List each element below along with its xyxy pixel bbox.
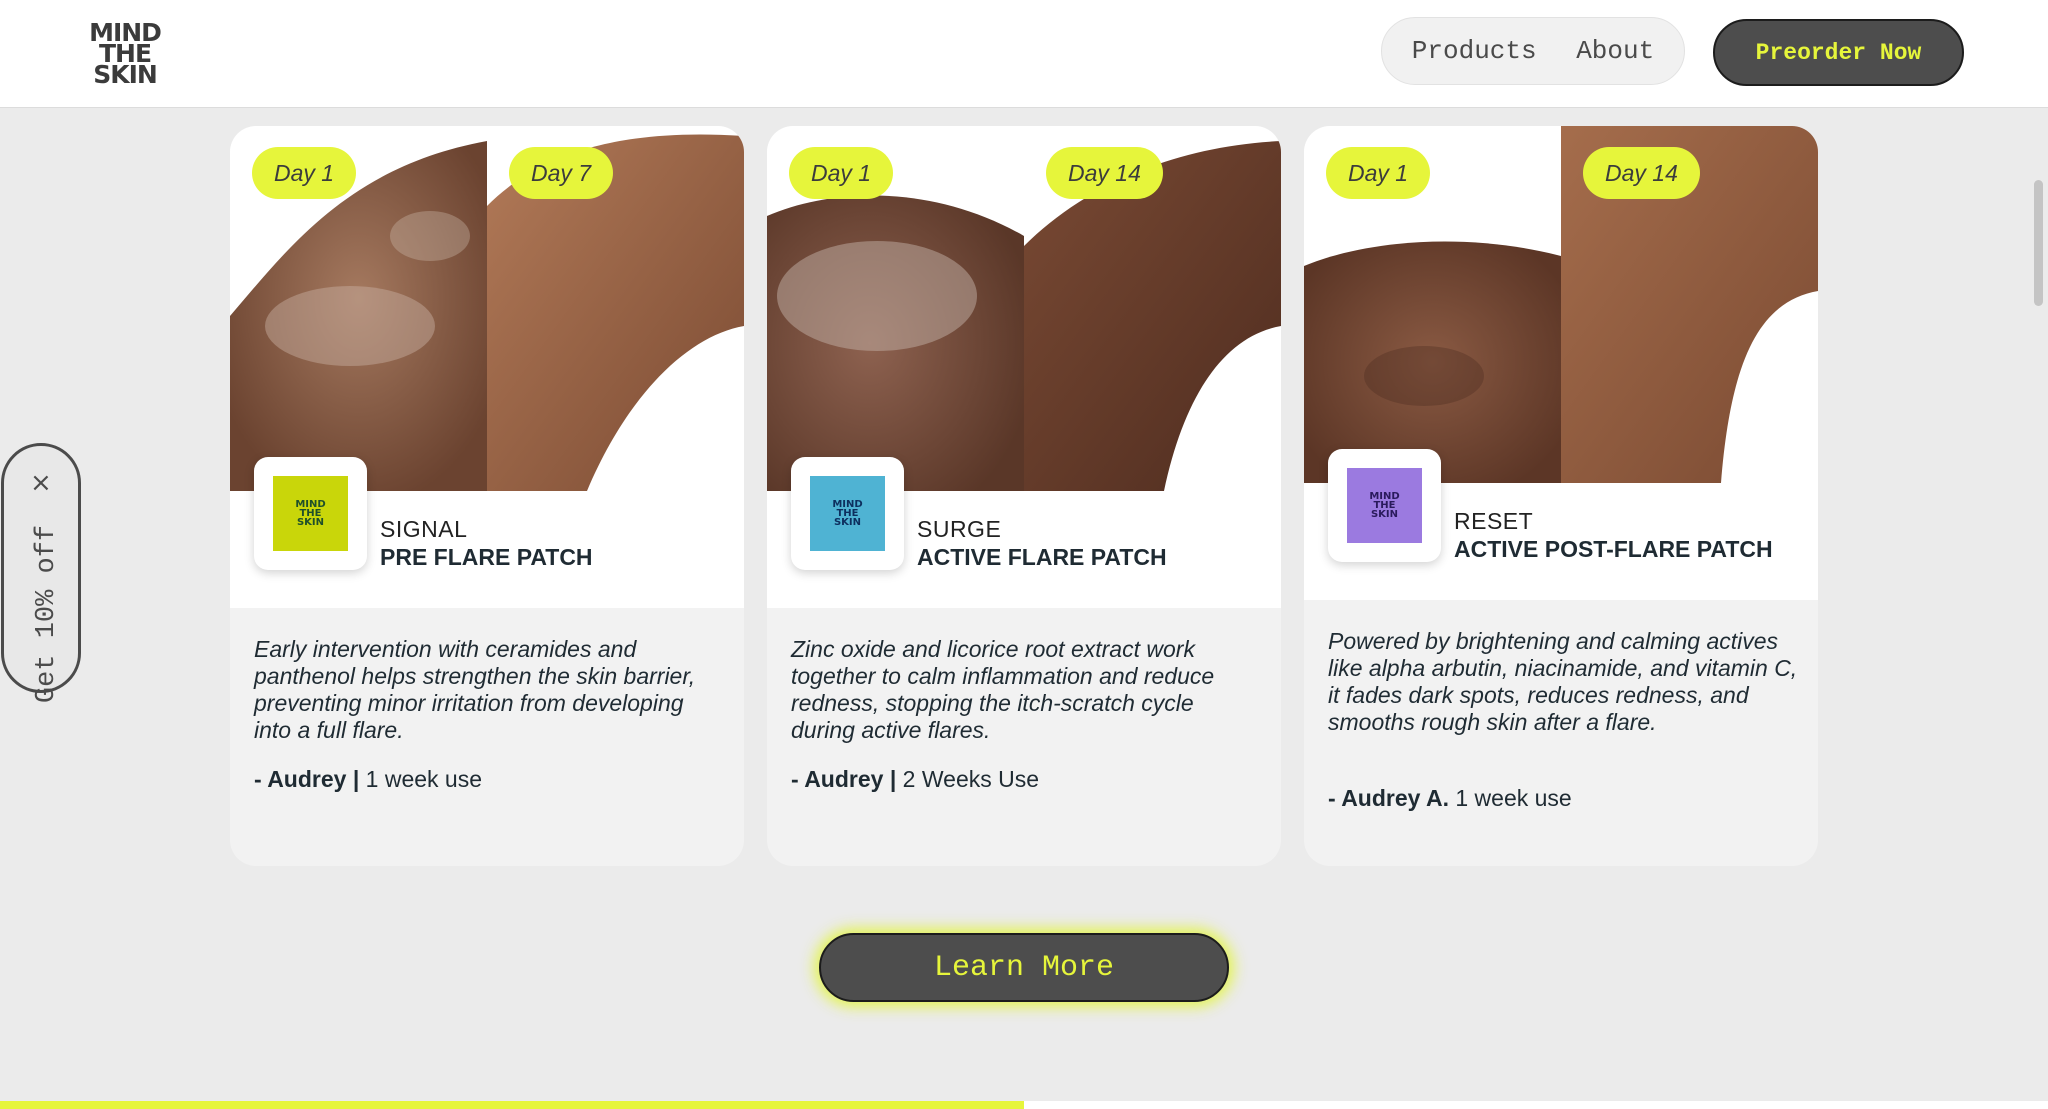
discount-tab[interactable]: × Get 10% off: [1, 443, 81, 703]
product-card-signal: Day 1 Day 7 MIND THE SKIN SIGNAL PRE FLARE…: [230, 126, 744, 866]
close-icon[interactable]: ×: [30, 468, 52, 498]
main-nav: Products About: [1381, 17, 1685, 85]
mind-the-skin-logo[interactable]: MIND THE SKIN: [82, 18, 168, 88]
product-line: SIGNAL: [380, 516, 468, 542]
logo-line-3: SKIN: [93, 59, 158, 89]
scroll-progress-fill: [0, 1101, 1024, 1109]
product-card-reset: Day 1 Day 14 MIND THE SKIN RESET ACTIVE PO…: [1304, 126, 1818, 866]
scrollbar-thumb[interactable]: [2034, 180, 2043, 306]
discount-label[interactable]: Get 10% off: [32, 525, 62, 703]
day-after-badge: Day 14: [1583, 147, 1700, 199]
product-thumbnail: MIND THE SKIN: [254, 457, 367, 570]
day-before-badge: Day 1: [252, 147, 357, 199]
product-thumbnail: MIND THE SKIN: [1328, 449, 1441, 562]
day-before-badge: Day 1: [789, 147, 894, 199]
day-after-badge: Day 14: [1046, 147, 1163, 199]
product-title: SURGE ACTIVE FLARE PATCH: [917, 516, 1167, 571]
testimonial-quote: Early intervention with ceramides and pa…: [254, 636, 696, 743]
testimonial-author: - Audrey | 2 Weeks Use: [791, 766, 1040, 792]
day-after-badge: Day 7: [509, 147, 614, 199]
card-media: Day 1 Day 7 MIND THE SKIN SIGNAL PRE FLARE…: [230, 126, 744, 608]
testimonial-quote: Zinc oxide and licorice root extract wor…: [791, 636, 1215, 743]
package-image: MIND THE SKIN: [810, 476, 885, 551]
product-name: PRE FLARE PATCH: [380, 544, 593, 570]
package-image: MIND THE SKIN: [1347, 468, 1422, 543]
product-line: SURGE: [917, 516, 1002, 542]
day-before-badge: Day 1: [1326, 147, 1431, 199]
scroll-progress-track: [0, 1101, 2048, 1109]
product-thumbnail: MIND THE SKIN: [791, 457, 904, 570]
nav-about-link[interactable]: About: [1576, 36, 1654, 66]
product-card-surge: Day 1 Day 14 MIND THE SKIN SURGE ACTIVE FL…: [767, 126, 1281, 866]
card-media: Day 1 Day 14 MIND THE SKIN RESET ACTIVE PO…: [1304, 126, 1818, 600]
testimonial-quote: Powered by brightening and calming activ…: [1328, 628, 1798, 735]
product-name: ACTIVE POST-FLARE PATCH: [1454, 536, 1773, 562]
product-line: RESET: [1454, 508, 1534, 534]
card-media: Day 1 Day 14 MIND THE SKIN SURGE ACTIVE FL…: [767, 126, 1281, 608]
product-title: SIGNAL PRE FLARE PATCH: [380, 516, 593, 571]
package-image: MIND THE SKIN: [273, 476, 348, 551]
product-name: ACTIVE FLARE PATCH: [917, 544, 1167, 570]
site-header: MIND THE SKIN Products About Preorder No…: [0, 0, 2048, 108]
learn-more-button[interactable]: Learn More: [819, 933, 1229, 1002]
testimonial-author: - Audrey | 1 week use: [254, 766, 483, 792]
preorder-now-button[interactable]: Preorder Now: [1713, 19, 1964, 86]
testimonial-author: - Audrey A. 1 week use: [1328, 785, 1572, 811]
nav-products-link[interactable]: Products: [1412, 36, 1537, 66]
product-title: RESET ACTIVE POST-FLARE PATCH: [1454, 508, 1773, 563]
